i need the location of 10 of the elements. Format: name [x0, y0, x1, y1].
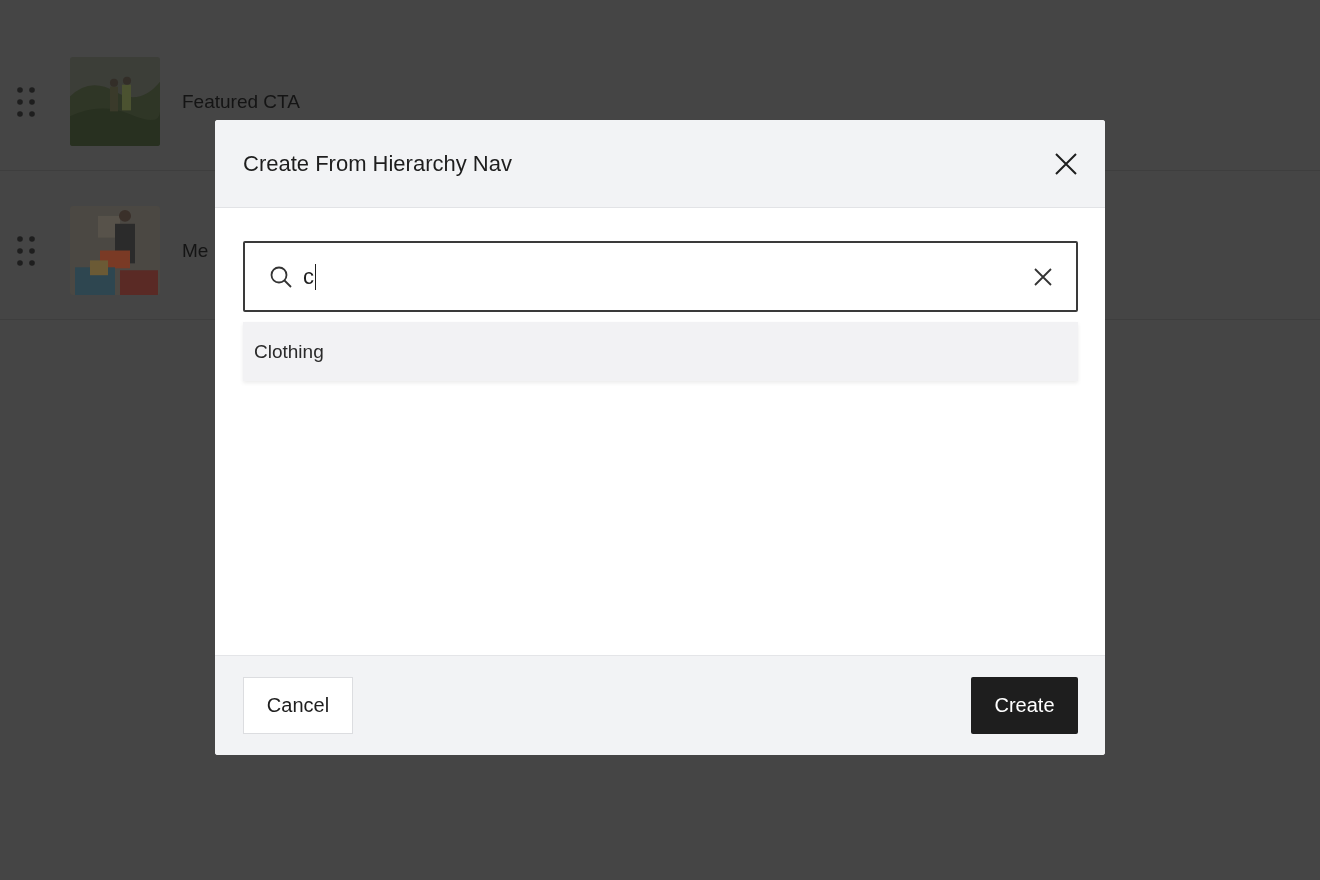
search-field[interactable]: c [243, 241, 1078, 312]
search-icon [269, 264, 293, 289]
create-button[interactable]: Create [971, 677, 1078, 734]
dialog-title: Create From Hierarchy Nav [243, 150, 512, 177]
drag-handle-icon[interactable] [17, 86, 35, 117]
result-option[interactable]: Clothing [243, 322, 1078, 381]
clear-button[interactable] [1034, 267, 1052, 286]
cancel-button[interactable]: Cancel [243, 677, 353, 734]
drag-handle-icon[interactable] [17, 235, 35, 266]
close-button[interactable] [1053, 150, 1079, 177]
